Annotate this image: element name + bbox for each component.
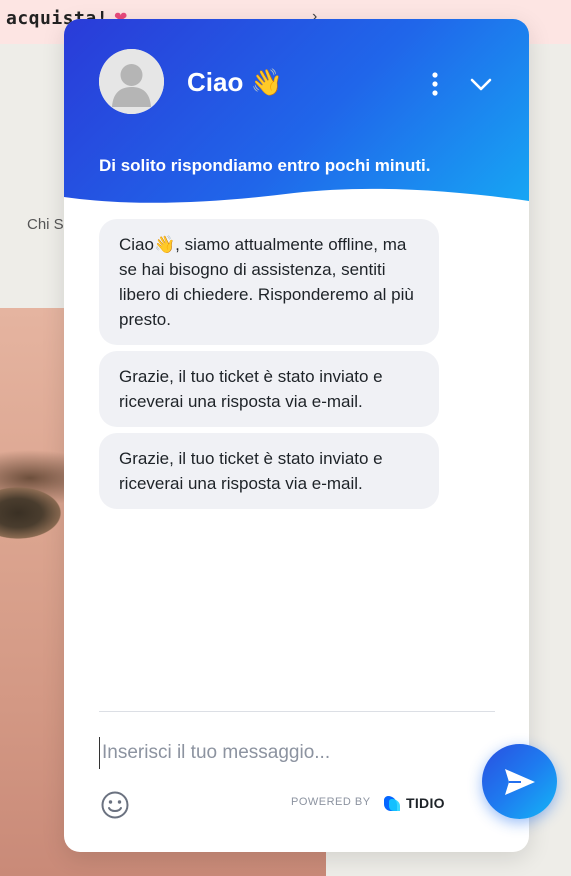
emoji-icon[interactable]: [100, 790, 130, 820]
more-options-icon[interactable]: [424, 69, 446, 99]
chat-title-text: Ciao: [187, 67, 244, 97]
chevron-down-icon[interactable]: [468, 71, 494, 97]
message-bubble: Ciao👋, siamo attualmente offline, ma se …: [99, 219, 439, 345]
message-bubble: Grazie, il tuo ticket è stato inviato e …: [99, 433, 439, 509]
input-divider: [99, 711, 495, 712]
avatar: [99, 49, 164, 114]
website-nav-link[interactable]: Chi S: [27, 216, 64, 233]
message-bubble: Grazie, il tuo ticket è stato inviato e …: [99, 351, 439, 427]
powered-by-label: POWERED BY: [291, 796, 371, 808]
send-icon: [505, 769, 535, 795]
header-wave: [64, 188, 529, 219]
waving-hand-icon: 👋: [250, 67, 283, 97]
chat-widget: Ciao 👋 Di solito rispondiamo entro pochi…: [64, 19, 529, 852]
send-button[interactable]: [482, 744, 557, 819]
tidio-logo-icon[interactable]: [382, 793, 402, 813]
tidio-brand-name[interactable]: TIDIO: [406, 795, 445, 811]
message-input[interactable]: [99, 737, 462, 769]
chat-header: Ciao 👋 Di solito rispondiamo entro pochi…: [64, 19, 529, 204]
chat-subtitle: Di solito rispondiamo entro pochi minuti…: [99, 156, 431, 175]
chat-title: Ciao 👋: [187, 67, 283, 98]
message-list: Ciao👋, siamo attualmente offline, ma se …: [99, 219, 439, 515]
